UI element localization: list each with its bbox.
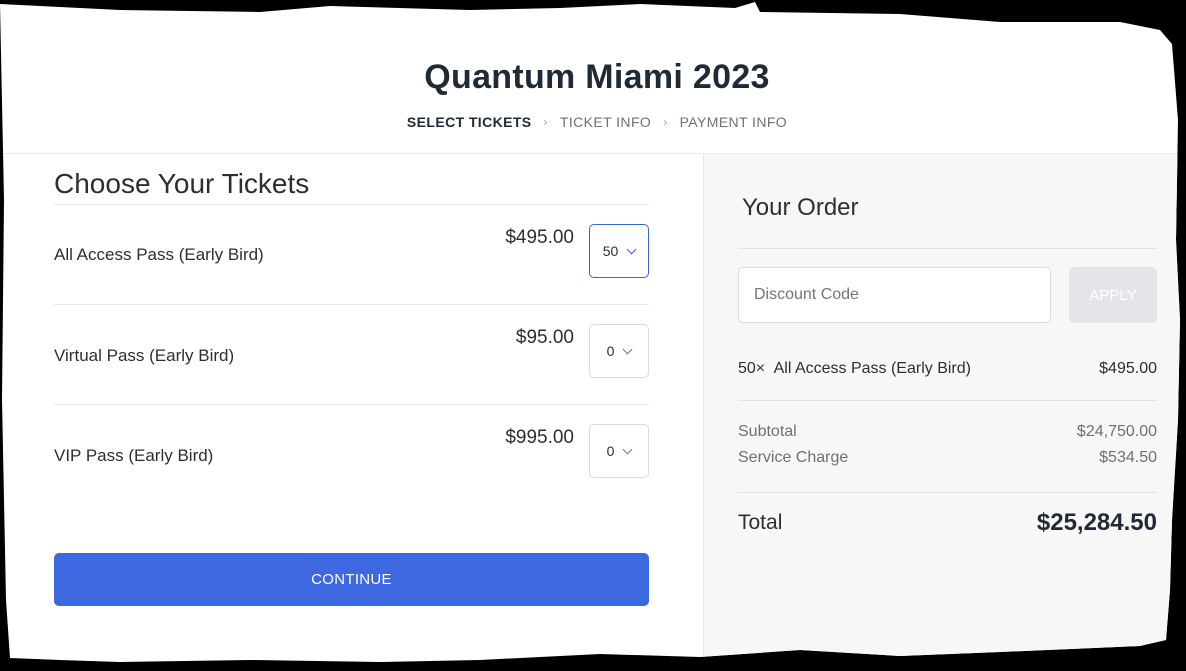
total-label: Total: [738, 511, 783, 534]
divider: [738, 492, 1157, 493]
order-line-item: 50× All Access Pass (Early Bird) $495.00: [738, 360, 1157, 378]
chevron-right-icon: ›: [543, 115, 548, 129]
step-ticket-info[interactable]: TICKET INFO: [560, 114, 651, 130]
subtotal-row: Subtotal $24,750.00: [738, 423, 1157, 441]
divider: [738, 400, 1157, 401]
divider: [738, 248, 1157, 249]
chevron-right-icon: ›: [663, 115, 668, 129]
order-heading: Your Order: [742, 194, 859, 221]
ticket-price: $995.00: [505, 427, 574, 448]
service-charge-label: Service Charge: [738, 449, 849, 466]
quantity-select[interactable]: 0: [589, 324, 649, 378]
discount-code-input[interactable]: [738, 267, 1051, 323]
chevron-down-icon: [626, 244, 637, 254]
order-summary-panel: [703, 154, 1180, 662]
quantity-value: 0: [606, 443, 615, 459]
apply-discount-button[interactable]: APPLY: [1069, 267, 1157, 323]
total-value: $25,284.50: [1036, 509, 1157, 536]
ticket-row-vip: VIP Pass (Early Bird) $995.00 0: [54, 405, 649, 505]
quantity-value: 0: [606, 343, 615, 359]
subtotal-label: Subtotal: [738, 423, 797, 440]
step-payment-info[interactable]: PAYMENT INFO: [680, 114, 787, 130]
ticket-price: $495.00: [505, 227, 574, 248]
ticket-row-virtual: Virtual Pass (Early Bird) $95.00 0: [54, 305, 649, 405]
quantity-value: 50: [602, 243, 619, 259]
service-charge-row: Service Charge $534.50: [738, 449, 1157, 467]
ticket-price: $95.00: [515, 327, 574, 348]
subtotal-value: $24,750.00: [1076, 423, 1157, 440]
page: Quantum Miami 2023 SELECT TICKETS › TICK…: [0, 2, 1180, 662]
page-header: Quantum Miami 2023 SELECT TICKETS › TICK…: [0, 2, 1180, 154]
continue-button[interactable]: CONTINUE: [54, 553, 649, 606]
chevron-down-icon: [622, 344, 633, 354]
event-title: Quantum Miami 2023: [424, 58, 770, 96]
ticket-name: Virtual Pass (Early Bird): [54, 346, 235, 365]
step-select-tickets[interactable]: SELECT TICKETS: [407, 114, 532, 130]
line-item-amount: $495.00: [1099, 360, 1157, 377]
quantity-select[interactable]: 0: [589, 424, 649, 478]
checkout-steps: SELECT TICKETS › TICKET INFO › PAYMENT I…: [0, 114, 1180, 130]
ticket-name: All Access Pass (Early Bird): [54, 245, 264, 264]
ticket-name: VIP Pass (Early Bird): [54, 446, 214, 465]
quantity-select[interactable]: 50: [589, 224, 649, 278]
tickets-heading: Choose Your Tickets: [54, 168, 310, 199]
ticket-row-all-access: All Access Pass (Early Bird) $495.00 50: [54, 205, 649, 305]
service-charge-value: $534.50: [1099, 449, 1157, 466]
total-row: Total $25,284.50: [738, 509, 1157, 536]
chevron-down-icon: [622, 444, 633, 454]
line-item-name: All Access Pass (Early Bird): [773, 360, 971, 377]
line-item-qty: 50×: [738, 360, 766, 377]
